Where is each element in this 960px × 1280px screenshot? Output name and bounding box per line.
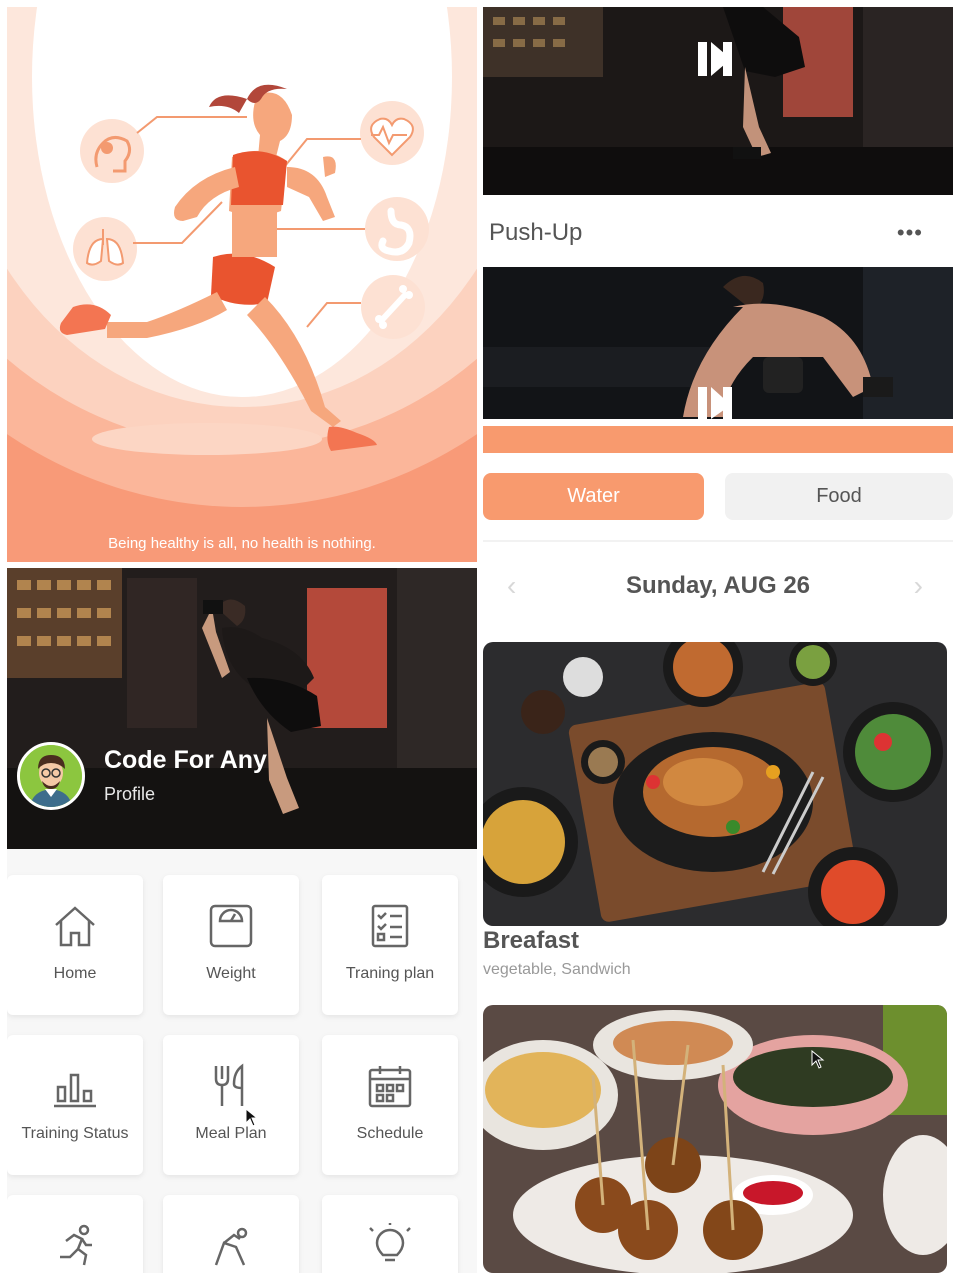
menu-tile-stretching[interactable] [163, 1195, 299, 1273]
menu-tile-label: Meal Plan [195, 1125, 267, 1142]
home-icon [7, 903, 143, 953]
running-icon [7, 1223, 143, 1273]
fork-knife-icon [163, 1063, 299, 1113]
exercise-title: Push-Up [489, 219, 583, 246]
splash-screen: Being healthy is all, no health is nothi… [7, 7, 477, 562]
avatar[interactable] [17, 742, 85, 810]
lunch-image[interactable] [483, 1005, 947, 1273]
lungs-icon [73, 217, 137, 281]
menu-tile-training-plan[interactable]: Traning plan [322, 875, 458, 1015]
stomach-icon [365, 197, 429, 261]
chevron-right-icon[interactable]: › [914, 570, 923, 602]
menu-tile-schedule[interactable]: Schedule [322, 1035, 458, 1175]
menu-tile-label: Home [53, 965, 97, 982]
menu-tile-label: Weight [206, 965, 256, 982]
play-pause-icon [698, 387, 732, 419]
bar-chart-icon [7, 1063, 143, 1113]
mouse-cursor-icon [811, 1050, 825, 1069]
meal-title: Breafast [483, 927, 580, 954]
brain-icon [80, 119, 144, 183]
date-selector: ‹ Sunday, AUG 26 › [483, 540, 953, 632]
menu-tile-running[interactable] [7, 1195, 143, 1273]
tab-water[interactable]: Water [483, 473, 704, 520]
tab-food[interactable]: Food [725, 473, 953, 520]
stretching-icon [163, 1223, 299, 1273]
exercise-video-dumbbell[interactable] [483, 267, 953, 419]
nutrition-screen: Water Food ‹ Sunday, AUG 26 › Breafast v… [483, 462, 953, 1273]
runner-illustration [59, 84, 429, 455]
menu-tile-tips[interactable] [322, 1195, 458, 1273]
scale-icon [163, 903, 299, 953]
checklist-icon [322, 903, 458, 953]
menu-tile-label: Traning plan [345, 965, 435, 982]
heart-rate-icon [360, 101, 424, 165]
lightbulb-icon [322, 1223, 458, 1273]
bone-icon [361, 275, 425, 339]
breakfast-image[interactable] [483, 642, 947, 926]
menu-tile-weight[interactable]: Weight [163, 875, 299, 1015]
splash-tagline: Being healthy is all, no health is nothi… [108, 535, 376, 552]
meal-description: vegetable, Sandwich [483, 961, 631, 978]
profile-menu-screen: Code For Any Profile Home Weight Traning… [7, 568, 477, 1273]
menu-tile-training-status[interactable]: Training Status [7, 1035, 143, 1175]
accent-bar [483, 426, 953, 453]
workout-screen: Push-Up ••• [483, 7, 953, 457]
menu-tile-label: Training Status [21, 1125, 129, 1142]
profile-name: Code For Any [104, 746, 267, 774]
exercise-video-squat[interactable] [483, 7, 953, 195]
menu-tile-home[interactable]: Home [7, 875, 143, 1015]
menu-tile-meal-plan[interactable]: Meal Plan [163, 1035, 299, 1175]
play-pause-icon [698, 42, 732, 76]
menu-tile-label: Schedule [356, 1125, 424, 1142]
profile-link[interactable]: Profile [104, 784, 155, 805]
selected-date: Sunday, AUG 26 [625, 572, 811, 599]
more-options-icon[interactable]: ••• [897, 220, 923, 246]
calendar-icon [322, 1063, 458, 1113]
mouse-cursor-icon [245, 1108, 259, 1127]
profile-header: Code For Any Profile [7, 568, 477, 849]
